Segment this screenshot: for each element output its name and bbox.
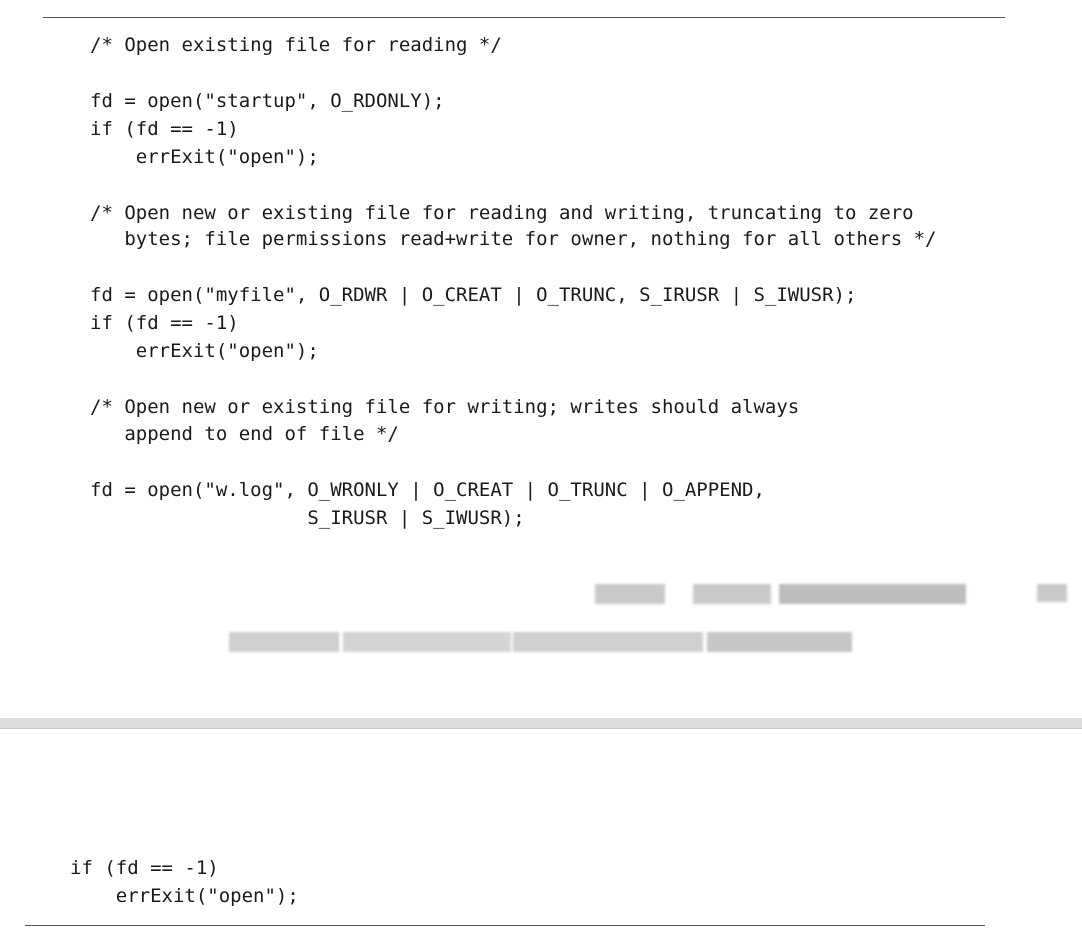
code-line: errExit("open"); xyxy=(70,885,299,907)
code-listing-page2: if (fd == -1) errExit("open"); xyxy=(0,729,299,907)
bottom-rule xyxy=(25,925,985,926)
page-separator xyxy=(0,718,1082,729)
page-top: /* Open existing file for reading */ fd … xyxy=(0,0,1082,718)
blurred-watermark xyxy=(0,0,1082,718)
code-line: if (fd == -1) xyxy=(70,857,219,879)
page-bottom: if (fd == -1) errExit("open"); xyxy=(0,729,1082,944)
